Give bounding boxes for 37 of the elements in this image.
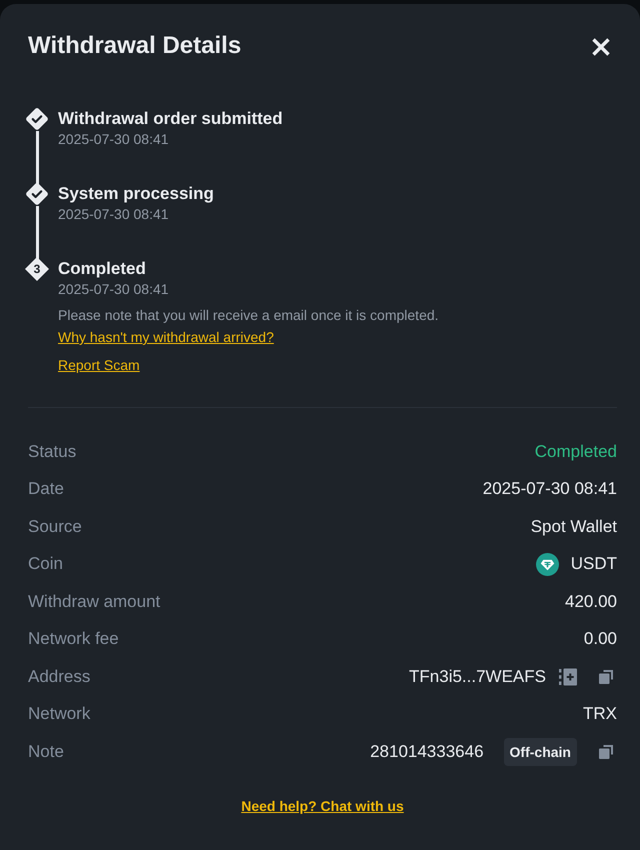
help-link[interactable]: Report Scam: [58, 355, 140, 375]
copy-icon[interactable]: [599, 670, 613, 684]
step-note: Please note that you will receive a email once it is completed.: [58, 306, 439, 325]
status-value: Completed: [534, 442, 617, 462]
detail-label: Status: [28, 442, 76, 462]
detail-label: Date: [28, 479, 64, 500]
note-tag: Off-chain: [504, 738, 577, 766]
step-time: 2025-07-30 08:41: [58, 280, 169, 299]
note-value: 281014333646: [370, 742, 484, 762]
copy-icon[interactable]: [599, 744, 613, 759]
detail-label: Note: [28, 742, 64, 762]
tether-coin-icon: [536, 552, 559, 576]
help-link[interactable]: Why hasn't my withdrawal arrived?: [58, 327, 274, 347]
detail-value: Spot Wallet: [530, 516, 617, 537]
detail-value: 0.00: [584, 629, 617, 650]
step-title: Withdrawal order submitted: [58, 109, 283, 129]
address-value: TFn3i5...7WEAFS: [409, 666, 546, 687]
detail-value: TRX: [583, 704, 617, 724]
detail-label: Address: [28, 666, 90, 687]
step-title: Completed: [58, 259, 146, 279]
dialog-title: Withdrawal Details: [28, 32, 242, 60]
timeline-connector: [36, 131, 38, 187]
close-button[interactable]: [591, 37, 611, 57]
detail-label: Withdraw amount: [28, 592, 160, 612]
step-title: System processing: [58, 184, 214, 204]
detail-value: 2025-07-30 08:41: [482, 479, 617, 500]
detail-label: Coin: [28, 554, 63, 574]
add-square-icon[interactable]: [559, 668, 577, 686]
detail-label: Source: [28, 516, 82, 537]
step-time: 2025-07-30 08:41: [58, 205, 169, 224]
step-number: 3: [25, 257, 49, 281]
step-time: 2025-07-30 08:41: [58, 130, 169, 149]
detail-label: Network fee: [28, 629, 119, 650]
detail-label: Network: [28, 704, 90, 724]
chat-link[interactable]: Need help? Chat with us: [241, 796, 404, 816]
detail-value: USDT: [570, 554, 617, 574]
detail-value: 420.00: [565, 592, 617, 612]
